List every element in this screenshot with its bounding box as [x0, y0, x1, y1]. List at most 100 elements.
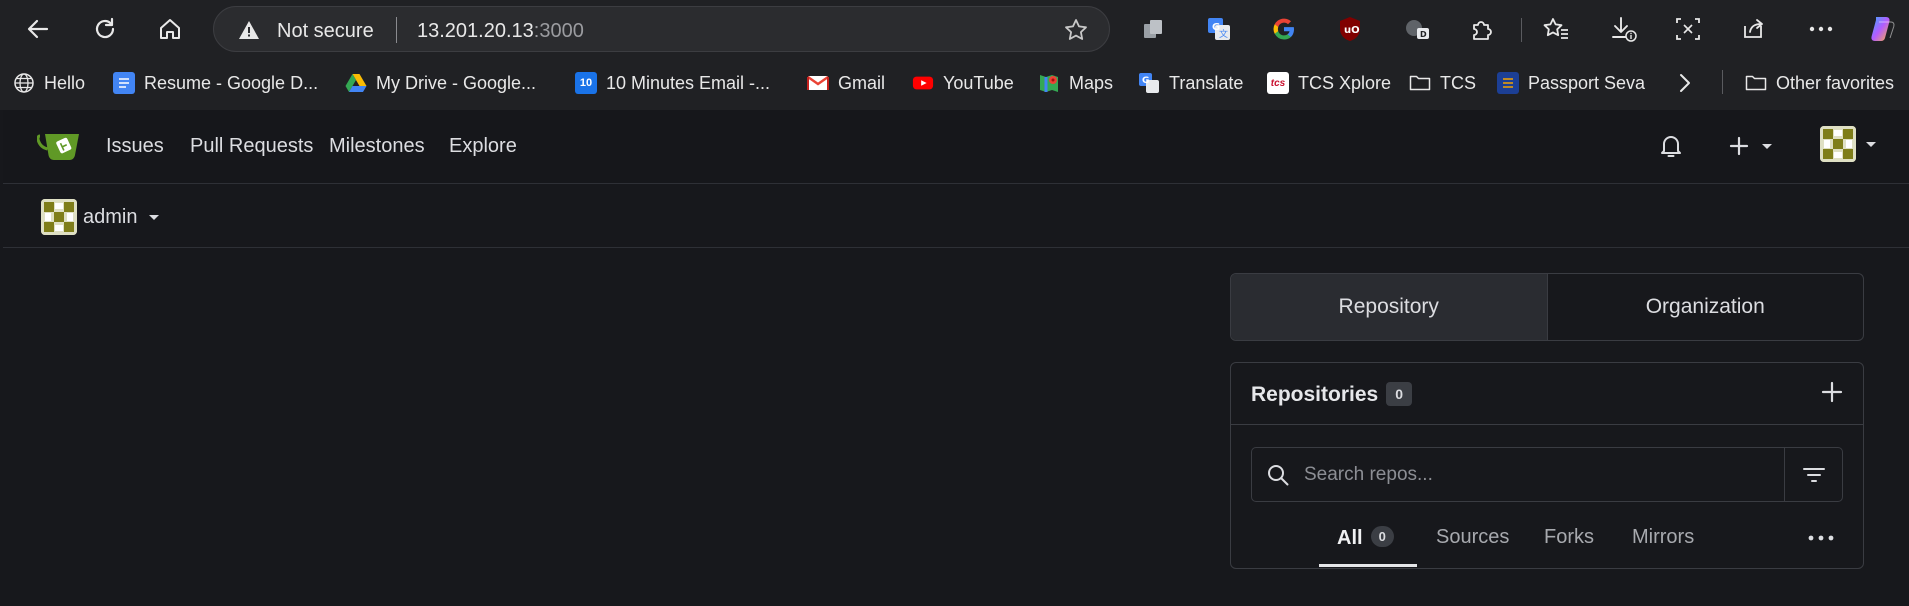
nav-explore[interactable]: Explore	[449, 135, 517, 158]
other-favorites-label: Other favorites	[1776, 72, 1895, 93]
back-button[interactable]	[18, 9, 58, 49]
bookmark-resume[interactable]: Resume - Google D...	[113, 70, 318, 96]
repositories-title-label: Repositories	[1251, 383, 1379, 406]
share-icon[interactable]	[1738, 13, 1770, 45]
favorite-star-icon[interactable]	[1063, 17, 1089, 43]
bookmark-youtube[interactable]: YouTube	[912, 70, 1014, 96]
notifications-button[interactable]	[1659, 130, 1683, 162]
google-translate-icon: G	[1138, 72, 1160, 94]
bookmarks-overflow-button[interactable]	[1678, 70, 1692, 96]
tab-all-count: 0	[1370, 526, 1394, 547]
gitea-logo-icon[interactable]	[37, 128, 85, 166]
folder-icon	[1409, 72, 1431, 94]
screenshot-icon[interactable]	[1672, 13, 1704, 45]
filter-icon	[1802, 467, 1825, 482]
active-tab-underline	[1319, 564, 1417, 567]
filter-button[interactable]	[1784, 448, 1842, 501]
bookmark-label: Resume - Google D...	[144, 72, 319, 93]
bookmark-passport-seva[interactable]: Passport Seva	[1497, 70, 1645, 96]
bookmark-folder-tcs[interactable]: TCS	[1409, 70, 1476, 96]
repositories-count-badge: 0	[1386, 382, 1412, 406]
caret-down-icon	[1866, 142, 1876, 147]
extension-copy-icon[interactable]	[1137, 13, 1169, 45]
context-user-switcher[interactable]: admin	[41, 199, 161, 235]
context-username: admin	[83, 205, 138, 228]
copilot-icon[interactable]	[1866, 13, 1898, 45]
address-bar[interactable]: Not secure 13.201.20.13:3000	[213, 6, 1110, 52]
repositories-header: Repositories 0	[1231, 363, 1863, 425]
bookmark-tcs-xplore[interactable]: tcs TCS Xplore	[1267, 70, 1391, 96]
user-menu[interactable]	[1820, 126, 1878, 162]
tab-forks[interactable]: Forks	[1544, 526, 1594, 549]
svg-text:G: G	[1142, 76, 1149, 86]
google-icon[interactable]	[1268, 13, 1300, 45]
google-translate-extension-icon[interactable]: G文	[1203, 13, 1235, 45]
svg-text:D: D	[1420, 30, 1427, 39]
home-icon	[160, 19, 180, 39]
bookmark-hello[interactable]: Hello	[13, 70, 85, 96]
google-drive-icon	[345, 72, 367, 94]
bookmark-label: Maps	[1069, 72, 1114, 93]
url-host: 13.201.20.13	[417, 20, 534, 42]
ublock-origin-icon[interactable]: uO	[1334, 13, 1366, 45]
address-divider	[396, 17, 397, 43]
back-arrow-icon	[27, 19, 49, 39]
search-input[interactable]	[1304, 448, 1774, 501]
bookmark-label: Translate	[1169, 72, 1244, 93]
security-label[interactable]: Not secure	[277, 20, 374, 43]
repositories-title: Repositories 0	[1251, 382, 1412, 407]
youtube-icon	[912, 72, 934, 94]
bookmarks-divider	[1722, 70, 1723, 94]
extensions-puzzle-icon[interactable]	[1466, 13, 1498, 45]
dashboard-context-bar: admin	[3, 185, 1909, 248]
folder-icon	[1745, 72, 1767, 94]
more-options-icon[interactable]	[1806, 528, 1836, 548]
bookmark-label: YouTube	[943, 72, 1014, 93]
svg-text:uO: uO	[1344, 25, 1360, 36]
other-favorites[interactable]: Other favorites	[1745, 70, 1894, 96]
toolbar-divider	[1521, 18, 1522, 42]
tab-organization[interactable]: Organization	[1546, 274, 1864, 340]
caret-down-icon	[149, 215, 160, 220]
context-avatar	[41, 199, 77, 235]
bookmarks-bar: Hello Resume - Google D... My Drive - Go…	[0, 62, 1909, 102]
google-docs-icon	[113, 72, 135, 94]
downloads-icon[interactable]	[1608, 13, 1640, 45]
tab-repository[interactable]: Repository	[1231, 274, 1547, 340]
tab-all[interactable]: All 0	[1337, 526, 1394, 550]
more-menu-icon[interactable]	[1805, 13, 1837, 45]
bookmark-my-drive[interactable]: My Drive - Google...	[345, 70, 536, 96]
favorites-icon[interactable]	[1540, 13, 1572, 45]
bookmark-label: TCS	[1440, 72, 1476, 93]
bookmark-label: Hello	[44, 72, 86, 93]
bookmark-label: Passport Seva	[1528, 72, 1646, 93]
svg-text:文: 文	[1219, 28, 1228, 40]
browser-chrome: Not secure 13.201.20.13:3000 G文 uO D Hel…	[0, 0, 1909, 110]
new-repository-plus-icon[interactable]	[1819, 379, 1845, 405]
create-new-menu[interactable]	[1728, 130, 1774, 162]
repo-filter-tabs: All 0 Sources Forks Mirrors	[1231, 518, 1863, 568]
plus-icon	[1729, 136, 1749, 156]
url-text[interactable]: 13.201.20.13:3000	[417, 20, 584, 43]
bookmark-translate[interactable]: G Translate	[1138, 70, 1243, 96]
search-icon	[1268, 465, 1289, 486]
nav-pull-requests[interactable]: Pull Requests	[190, 135, 313, 158]
user-avatar	[1820, 126, 1856, 162]
bell-icon	[1661, 136, 1681, 157]
bookmark-label: TCS Xplore	[1298, 72, 1392, 93]
tcs-icon: tcs	[1267, 72, 1289, 94]
bookmark-10-minutes-email[interactable]: 10 10 Minutes Email -...	[575, 70, 770, 96]
bookmark-gmail[interactable]: Gmail	[807, 70, 885, 96]
tab-mirrors[interactable]: Mirrors	[1632, 526, 1694, 549]
bookmark-maps[interactable]: Maps	[1038, 70, 1113, 96]
extension-badge-icon[interactable]: D	[1401, 13, 1433, 45]
home-button[interactable]	[150, 9, 190, 49]
nav-issues[interactable]: Issues	[106, 135, 164, 158]
nav-milestones[interactable]: Milestones	[329, 135, 425, 158]
warning-icon[interactable]	[238, 19, 260, 41]
gmail-icon	[807, 72, 829, 94]
tab-sources[interactable]: Sources	[1436, 526, 1509, 549]
bookmark-label: My Drive - Google...	[376, 72, 537, 93]
passport-seva-icon	[1497, 72, 1519, 94]
reload-button[interactable]	[85, 9, 125, 49]
